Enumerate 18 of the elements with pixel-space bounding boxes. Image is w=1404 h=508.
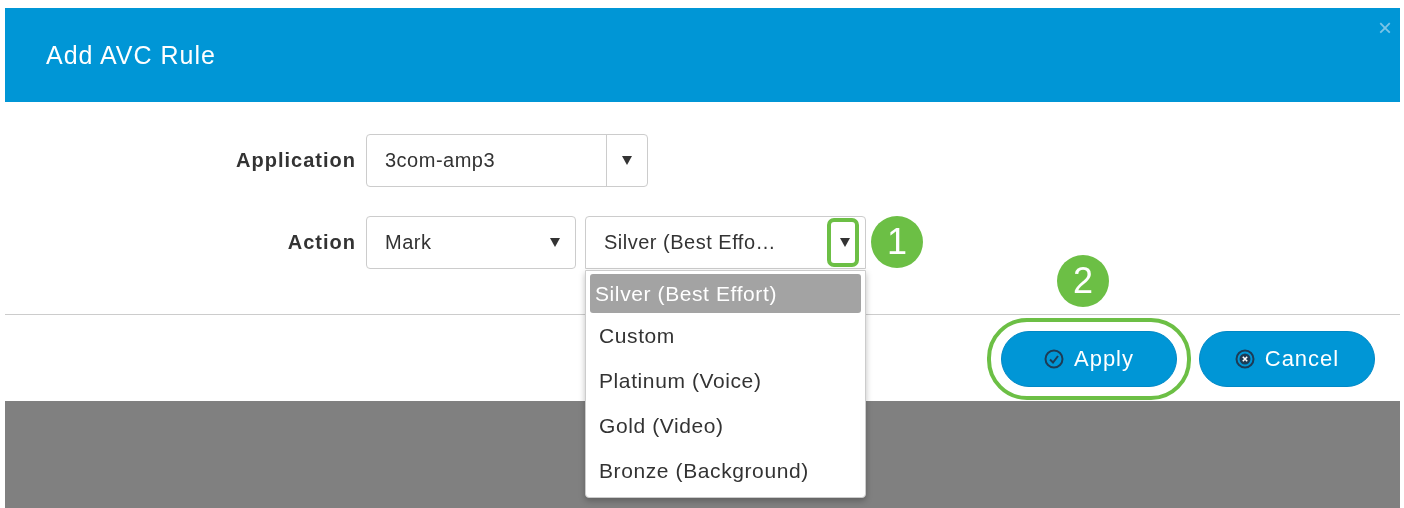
- caret-icon: [550, 238, 560, 247]
- caret-icon: [840, 238, 850, 247]
- field-label: Action: [286, 231, 356, 254]
- dropdown-option[interactable]: Custom: [590, 313, 861, 358]
- dropdown-option[interactable]: Bronze (Background): [590, 448, 861, 493]
- dropdown-field[interactable]: Silver (Best Effo…: [585, 216, 866, 269]
- cancel-icon: [1234, 349, 1255, 369]
- check-icon: [1043, 349, 1064, 369]
- dropdown-field[interactable]: 3com-amp3: [366, 134, 648, 187]
- dropdown-option[interactable]: Platinum (Voice): [590, 358, 861, 403]
- dropdown-option[interactable]: Gold (Video): [590, 403, 861, 448]
- caret-icon: [622, 156, 632, 165]
- step-number: 2: [1057, 255, 1109, 307]
- dialog-title: Add AVC Rule: [46, 40, 216, 70]
- highlight-ring: [827, 218, 859, 267]
- dropdown-field[interactable]: Mark: [366, 216, 576, 269]
- field-label: Application: [235, 149, 356, 172]
- step-number: 1: [871, 216, 923, 268]
